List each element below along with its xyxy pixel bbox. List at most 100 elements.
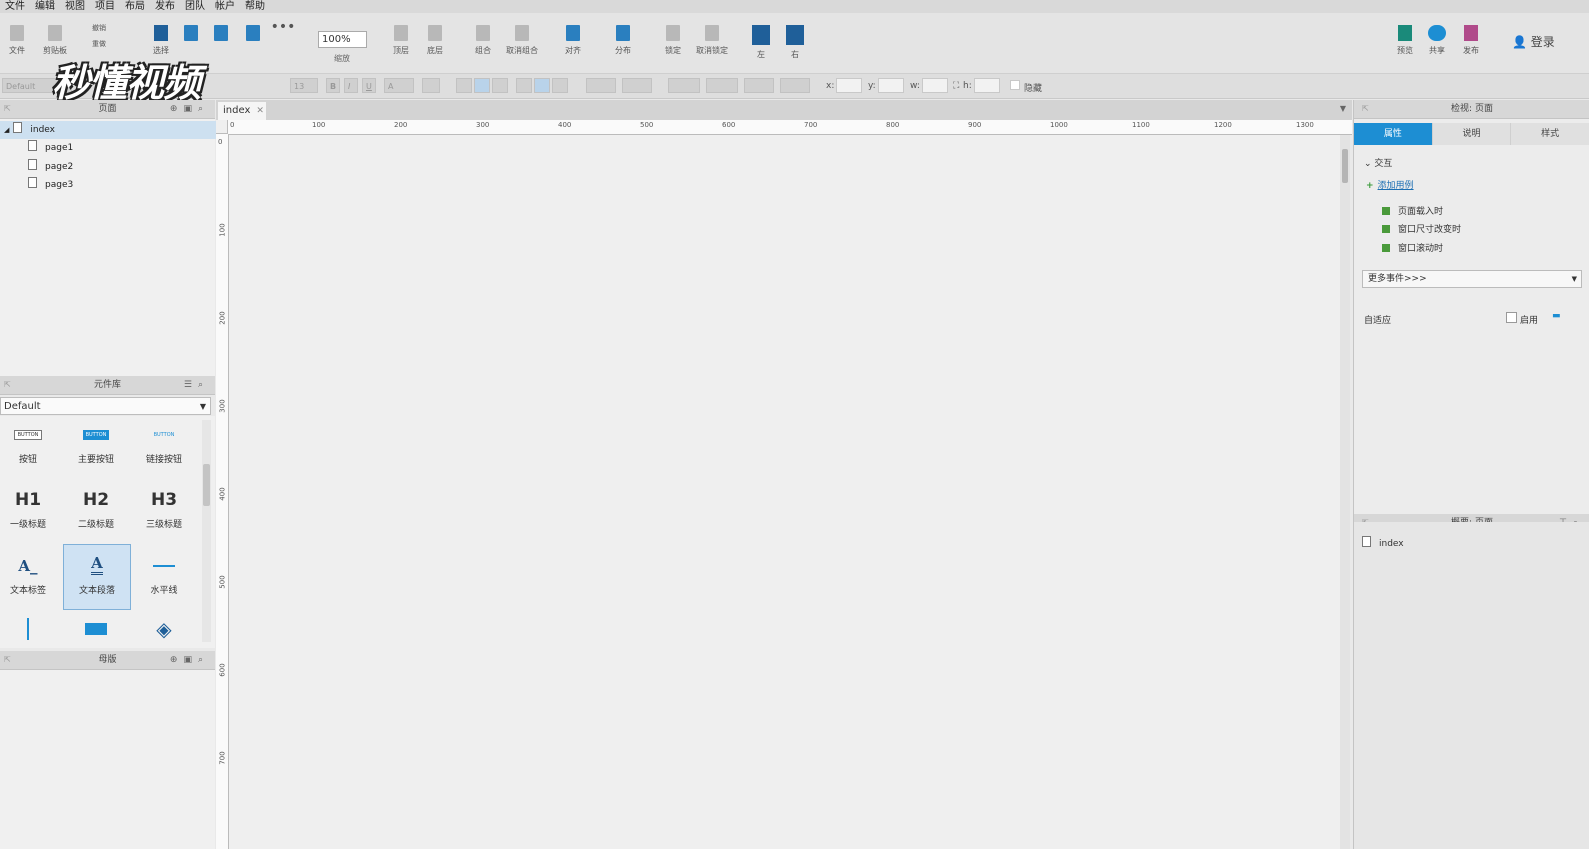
pin-icon[interactable]: ⇱ bbox=[1362, 100, 1369, 118]
close-icon[interactable]: ✕ bbox=[256, 106, 264, 116]
preview-button[interactable]: 预览 bbox=[1388, 19, 1422, 65]
font-color-button[interactable]: A bbox=[384, 78, 414, 93]
adaptive-enable-checkbox[interactable] bbox=[1506, 312, 1517, 323]
unlock-button[interactable]: 取消锁定 bbox=[692, 19, 732, 65]
redo-button[interactable]: 重做 bbox=[82, 39, 116, 53]
widget-vertical-line[interactable] bbox=[0, 612, 62, 646]
underline-button[interactable]: U bbox=[362, 78, 376, 93]
lock-ratio-icon[interactable]: ⛶ bbox=[953, 81, 959, 91]
widget-horizontal-line[interactable]: 水平线 bbox=[130, 549, 198, 613]
page-item-index[interactable]: ◢ index bbox=[0, 121, 219, 139]
more-button[interactable]: ••• bbox=[266, 19, 300, 65]
hidden-checkbox[interactable] bbox=[1010, 80, 1020, 90]
scroll-thumb[interactable] bbox=[1342, 149, 1348, 183]
scroll-thumb[interactable] bbox=[203, 464, 210, 506]
send-to-bottom-button[interactable]: 底层 bbox=[418, 19, 452, 65]
file-button[interactable]: 文件 bbox=[0, 19, 34, 65]
menu-layout[interactable]: 布局 bbox=[120, 0, 150, 13]
align-center-button[interactable] bbox=[474, 78, 490, 93]
italic-button[interactable]: I bbox=[344, 78, 358, 93]
event-window-scroll[interactable]: 窗口滚动时 bbox=[1382, 241, 1443, 254]
widget-button[interactable]: BUTTON 按钮 bbox=[0, 418, 62, 482]
add-page-icon[interactable]: ⊕ bbox=[170, 104, 184, 114]
share-button[interactable]: 共享 bbox=[1420, 19, 1454, 65]
valign-middle-button[interactable] bbox=[534, 78, 550, 93]
add-folder-icon[interactable]: ▣ bbox=[183, 655, 198, 665]
w-input[interactable] bbox=[922, 78, 948, 93]
add-master-icon[interactable]: ⊕ bbox=[170, 655, 184, 665]
tab-properties[interactable]: 属性 bbox=[1354, 123, 1433, 145]
valign-bottom-button[interactable] bbox=[552, 78, 568, 93]
add-folder-icon[interactable]: ▣ bbox=[183, 104, 198, 114]
shadow-button[interactable] bbox=[622, 78, 652, 93]
pin-icon[interactable]: ⇱ bbox=[4, 100, 11, 118]
canvas-scrollbar[interactable] bbox=[1340, 135, 1350, 849]
undo-button[interactable]: 撤销 bbox=[82, 23, 116, 37]
widget-hotspot[interactable] bbox=[62, 612, 130, 646]
pin-icon[interactable]: ⇱ bbox=[4, 376, 11, 394]
line-color-button[interactable] bbox=[668, 78, 700, 93]
menu-team[interactable]: 团队 bbox=[180, 0, 210, 13]
menu-publish[interactable]: 发布 bbox=[150, 0, 180, 13]
widget-text-paragraph[interactable]: A 文本段落 bbox=[63, 544, 131, 610]
right-button[interactable]: 右 bbox=[778, 19, 812, 65]
widget-link-button[interactable]: BUTTON 链接按钮 bbox=[130, 418, 198, 482]
h-input[interactable] bbox=[974, 78, 1000, 93]
menu-icon[interactable]: ☰ bbox=[184, 380, 198, 390]
page-item-page2[interactable]: page2 bbox=[28, 158, 73, 176]
tab-notes[interactable]: 说明 bbox=[1432, 123, 1512, 145]
menu-project[interactable]: 项目 bbox=[90, 0, 120, 13]
widget-h1[interactable]: H1 一级标题 bbox=[0, 483, 62, 547]
left-button[interactable]: 左 bbox=[744, 19, 778, 65]
menu-edit[interactable]: 编辑 bbox=[30, 0, 60, 13]
bullet-button[interactable] bbox=[422, 78, 440, 93]
menu-account[interactable]: 帐户 bbox=[210, 0, 240, 13]
library-scrollbar[interactable] bbox=[202, 420, 211, 642]
valign-top-button[interactable] bbox=[516, 78, 532, 93]
tab-index[interactable]: index ✕ bbox=[218, 102, 266, 120]
widget-primary-button[interactable]: BUTTON 主要按钮 bbox=[62, 418, 130, 482]
more-events-select[interactable]: 更多事件>>> ▼ bbox=[1362, 270, 1582, 288]
point-button[interactable] bbox=[204, 19, 238, 65]
widget-text-label[interactable]: A_ 文本标签 bbox=[0, 549, 62, 613]
event-window-resize[interactable]: 窗口尺寸改变时 bbox=[1382, 222, 1461, 235]
login-button[interactable]: 👤 登录 bbox=[1512, 33, 1555, 50]
publish-button[interactable]: 发布 bbox=[1454, 19, 1488, 65]
widget-dynamic-panel[interactable]: ◈ bbox=[130, 612, 198, 646]
devices-icon[interactable]: ▬ bbox=[1552, 311, 1561, 321]
bring-to-top-button[interactable]: 顶层 bbox=[384, 19, 418, 65]
widget-h3[interactable]: H3 三级标题 bbox=[130, 483, 198, 547]
design-canvas[interactable] bbox=[229, 135, 1340, 849]
menu-help[interactable]: 帮助 bbox=[240, 0, 270, 13]
menu-file[interactable]: 文件 bbox=[0, 0, 30, 13]
widget-h2[interactable]: H2 二级标题 bbox=[62, 483, 130, 547]
group-button[interactable]: 组合 bbox=[466, 19, 500, 65]
x-input[interactable] bbox=[836, 78, 862, 93]
arrow-style-button[interactable] bbox=[780, 78, 810, 93]
chevron-down-icon[interactable]: ▼ bbox=[1340, 104, 1346, 113]
add-case-link[interactable]: + 添加用例 bbox=[1366, 178, 1414, 191]
library-select[interactable]: Default ▼ bbox=[0, 397, 211, 415]
align-button[interactable]: 对齐 bbox=[556, 19, 590, 65]
zoom-select[interactable]: 100% bbox=[318, 31, 367, 48]
y-input[interactable] bbox=[878, 78, 904, 93]
tab-style[interactable]: 样式 bbox=[1511, 123, 1589, 145]
fill-color-button[interactable] bbox=[586, 78, 616, 93]
bold-button[interactable]: B bbox=[326, 78, 340, 93]
search-icon[interactable]: ⌕ bbox=[198, 104, 209, 114]
lock-button[interactable]: 锁定 bbox=[656, 19, 690, 65]
outline-item-index[interactable]: index bbox=[1362, 536, 1404, 549]
align-right-button[interactable] bbox=[492, 78, 508, 93]
page-item-page1[interactable]: page1 bbox=[28, 139, 73, 157]
align-left-button[interactable] bbox=[456, 78, 472, 93]
event-page-load[interactable]: 页面载入时 bbox=[1382, 204, 1443, 217]
ungroup-button[interactable]: 取消组合 bbox=[502, 19, 542, 65]
pen-button[interactable] bbox=[236, 19, 270, 65]
search-icon[interactable]: ⌕ bbox=[198, 655, 209, 665]
page-item-page3[interactable]: page3 bbox=[28, 176, 73, 194]
distribute-button[interactable]: 分布 bbox=[606, 19, 640, 65]
interactions-section[interactable]: ⌄ 交互 bbox=[1364, 156, 1392, 169]
pin-icon[interactable]: ⇱ bbox=[4, 651, 11, 669]
menu-view[interactable]: 视图 bbox=[60, 0, 90, 13]
line-style-button[interactable] bbox=[744, 78, 774, 93]
